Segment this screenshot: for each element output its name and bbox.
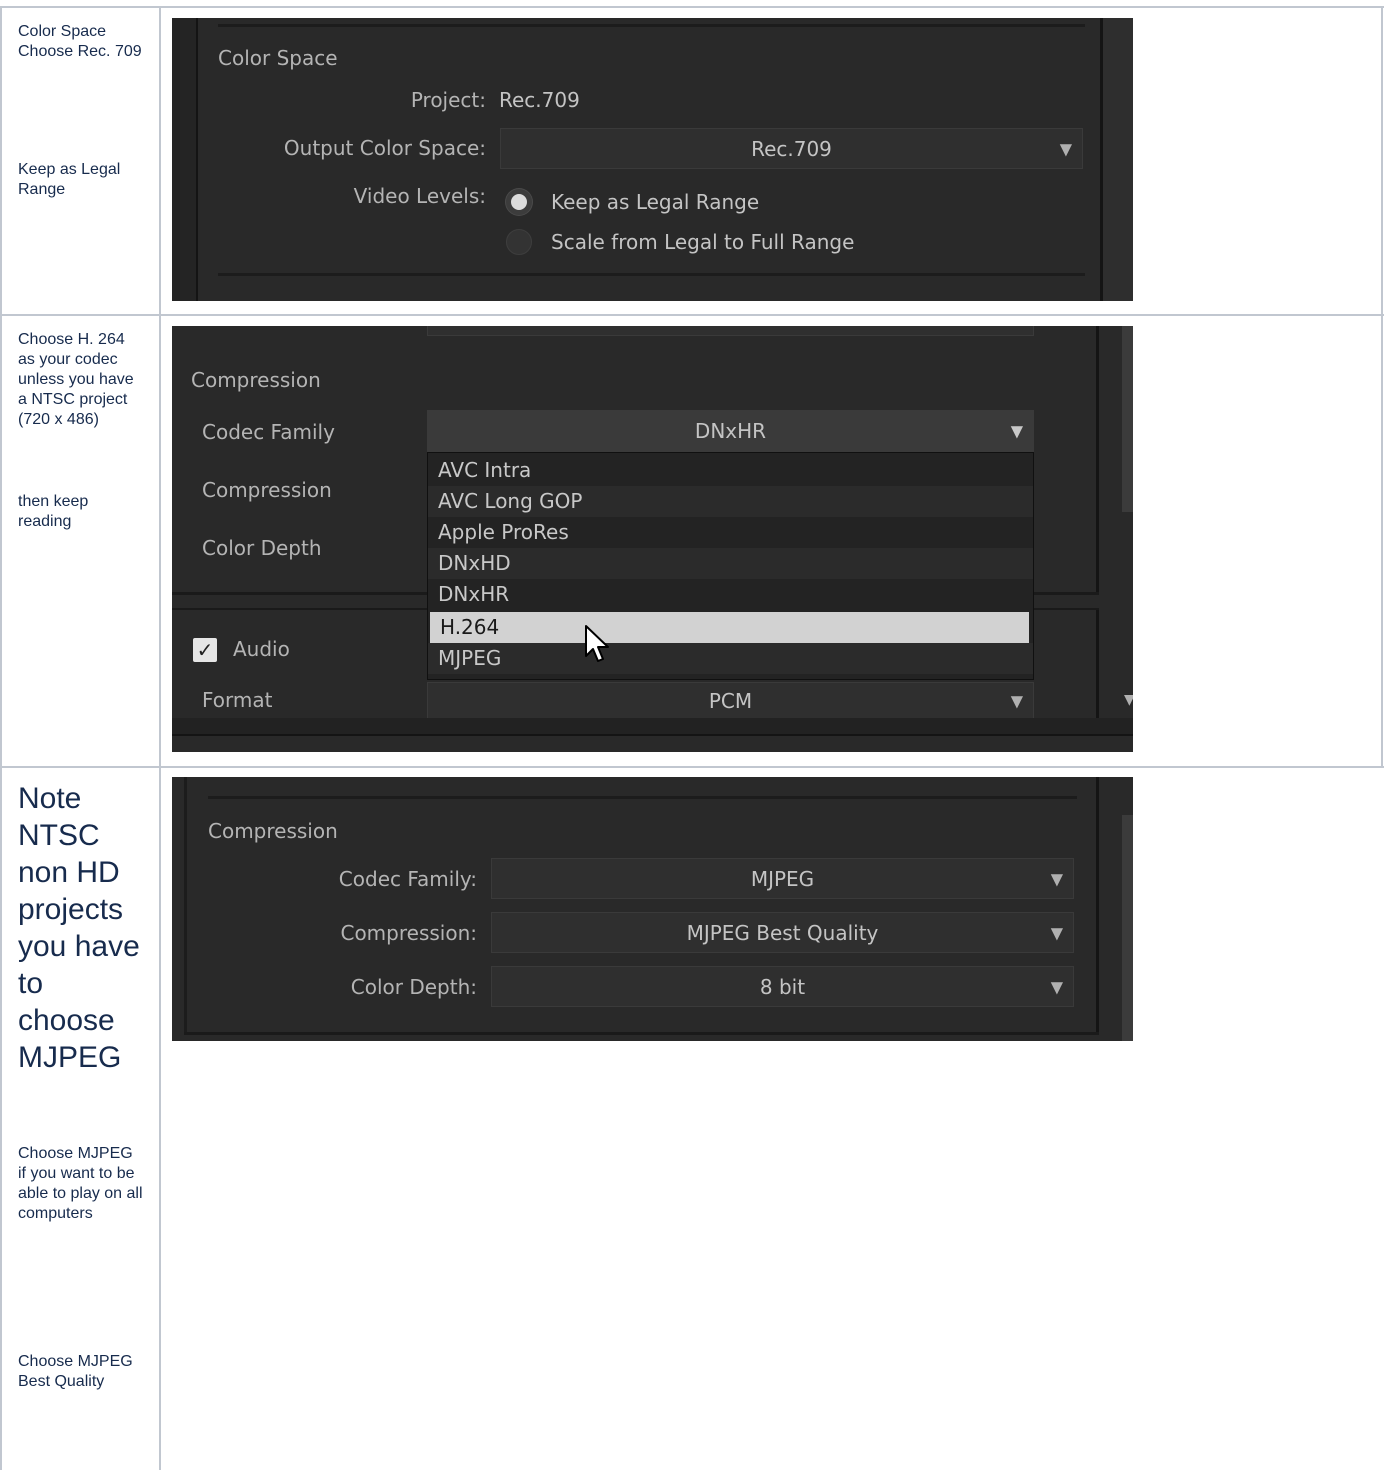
color-space-screenshot: Color Space Project: Rec.709 Output Colo… — [172, 18, 1133, 301]
color-depth-label: Color Depth: — [350, 975, 477, 999]
radio-keep-legal[interactable] — [506, 189, 532, 215]
table-row-divider — [0, 766, 1384, 768]
note-legal-range: Keep as Legal Range — [18, 161, 121, 198]
menu-item-dnxhd[interactable]: DNxHD — [428, 548, 1033, 579]
note-color-space: Color Space Choose Rec. 709 — [18, 23, 142, 60]
menu-item-avc-long-gop[interactable]: AVC Long GOP — [428, 486, 1033, 517]
compression-select[interactable]: MJPEG Best Quality ▼ — [491, 912, 1074, 953]
table-border-right — [1381, 8, 1383, 768]
project-value: Rec.709 — [499, 88, 580, 112]
video-levels-label: Video Levels: — [353, 184, 486, 208]
table-column-divider — [159, 8, 161, 1470]
note-play-all-computers: Choose MJPEG if you want to be able to p… — [18, 1145, 143, 1222]
format-select[interactable]: PCM ▼ — [427, 682, 1034, 718]
menu-item-mjpeg[interactable]: MJPEG — [428, 643, 1033, 674]
mouse-cursor-icon — [585, 625, 609, 662]
format-value: PCM — [708, 688, 753, 713]
note-ntsc-mjpeg: Note NTSC non HD projects you have to ch… — [18, 782, 140, 1074]
radio-scale-full-label: Scale from Legal to Full Range — [551, 230, 855, 254]
compression-label: Compression — [202, 478, 332, 502]
codec-family-label: Codec Family — [202, 420, 335, 444]
note-keep-reading: then keep reading — [18, 493, 89, 530]
project-label: Project: — [410, 88, 486, 112]
color-depth-value: 8 bit — [759, 974, 806, 999]
menu-item-h264[interactable]: H.264 — [430, 612, 1029, 643]
compression-value: MJPEG Best Quality — [686, 920, 879, 945]
mjpeg-compression-screenshot: Compression Codec Family: MJPEG ▼ Compre… — [172, 777, 1133, 1041]
audio-label: Audio — [233, 637, 290, 661]
compression-label: Compression: — [340, 921, 477, 945]
section-title: Compression — [208, 819, 338, 843]
codec-family-value: MJPEG — [750, 866, 815, 891]
codec-dropdown-screenshot: Compression Codec Family DNxHR ▼ Compres… — [172, 326, 1133, 752]
separator — [218, 24, 1085, 27]
table-row-divider — [0, 314, 1384, 316]
codec-family-select[interactable]: MJPEG ▼ — [491, 858, 1074, 899]
output-color-space-select[interactable]: Rec.709 ▼ — [500, 128, 1083, 169]
dropdown-caret-icon: ▼ — [1050, 977, 1063, 996]
codec-family-value: DNxHR — [694, 419, 767, 443]
dropdown-caret-icon: ▼ — [1124, 692, 1133, 708]
radio-keep-legal-label: Keep as Legal Range — [551, 190, 760, 214]
note-best-quality: Choose MJPEG Best Quality — [18, 1353, 133, 1390]
dropdown-caret-icon: ▼ — [1050, 869, 1063, 888]
format-label: Format — [202, 688, 273, 712]
table-border-top — [0, 6, 1384, 8]
menu-item-apple-prores[interactable]: Apple ProRes — [428, 517, 1033, 548]
table-border-left — [0, 8, 2, 1470]
color-depth-label: Color Depth — [202, 536, 322, 560]
codec-family-label: Codec Family: — [338, 867, 477, 891]
menu-item-dnxhr[interactable]: DNxHR — [428, 579, 1033, 610]
audio-checkbox[interactable]: ✓ — [193, 638, 217, 662]
dropdown-caret-icon: ▼ — [1010, 421, 1023, 441]
section-title: Color Space — [218, 46, 338, 70]
color-depth-select[interactable]: 8 bit ▼ — [491, 966, 1074, 1007]
scrollbar-thumb[interactable] — [1122, 326, 1133, 512]
dropdown-caret-icon: ▼ — [1050, 923, 1063, 942]
output-color-space-label: Output Color Space: — [283, 136, 486, 160]
radio-scale-full[interactable] — [506, 229, 532, 255]
dropdown-caret-icon: ▼ — [1010, 691, 1023, 710]
menu-item-avc-intra[interactable]: AVC Intra — [428, 455, 1033, 486]
checkmark-icon: ✓ — [196, 638, 214, 662]
dropdown-caret-icon: ▼ — [1059, 139, 1072, 158]
codec-family-menu: AVC Intra AVC Long GOP Apple ProRes DNxH… — [427, 452, 1034, 680]
separator — [208, 796, 1077, 799]
section-title: Compression — [191, 368, 321, 392]
codec-family-select[interactable]: DNxHR ▼ — [427, 410, 1034, 452]
note-choose-h264: Choose H. 264 as your codec unless you h… — [18, 331, 134, 428]
scrollbar-thumb[interactable] — [1122, 815, 1133, 1041]
separator — [218, 273, 1085, 276]
output-color-space-value: Rec.709 — [751, 136, 832, 161]
